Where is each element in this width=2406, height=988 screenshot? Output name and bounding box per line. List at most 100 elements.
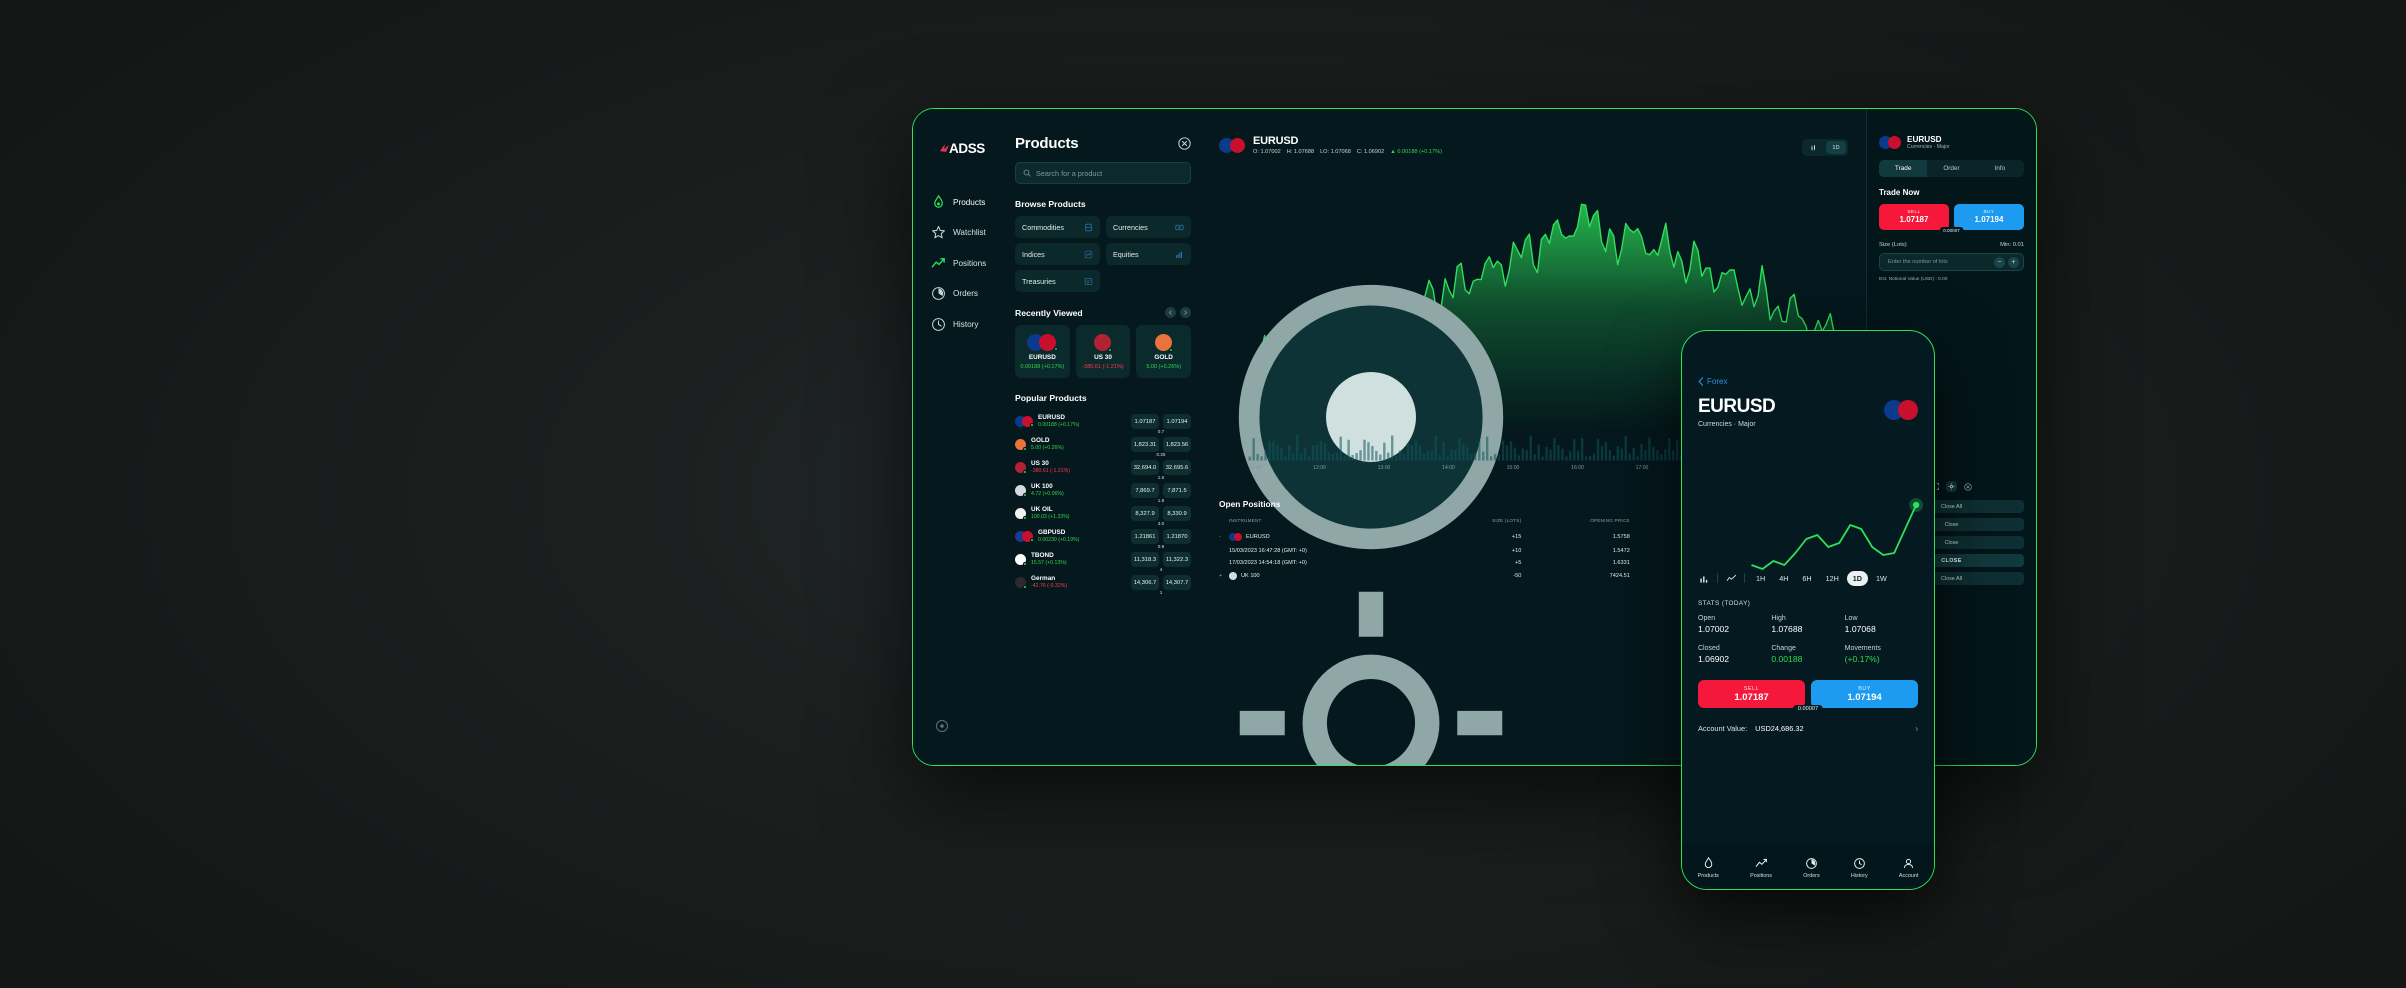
phone-nav-history[interactable]: History xyxy=(1851,857,1868,879)
product-bid[interactable]: 1.07187 xyxy=(1131,414,1159,429)
row-opening-price: 7424.51 xyxy=(1609,573,1630,580)
gear-icon[interactable] xyxy=(1946,481,1957,492)
chart-type-button[interactable] xyxy=(1804,141,1824,154)
product-change: 0.00188 (+0.17%) xyxy=(1038,422,1080,429)
popular-product-row[interactable]: GBPUSD 0.00230 (+0.19%) 1.21861 1.21870 … xyxy=(1015,525,1191,549)
sidebar-item-products[interactable]: Products xyxy=(929,191,1001,213)
phone-bottom-nav: Products Positions Orders History Accoun… xyxy=(1682,843,1934,889)
buy-price: 1.07194 xyxy=(1974,215,2004,224)
row-opening-price: 1.5758 xyxy=(1612,534,1630,541)
sidebar-item-history[interactable]: History xyxy=(929,313,1001,335)
tab-trade[interactable]: Trade xyxy=(1879,160,1928,177)
category-equities[interactable]: Equities xyxy=(1106,243,1191,265)
recent-card[interactable]: EURUSD 0.00188 (+0.17%) xyxy=(1015,325,1070,378)
recent-card[interactable]: GOLD 5.00 (+0.26%) xyxy=(1136,325,1191,378)
time-tick: 11:00 xyxy=(1249,465,1262,471)
row-expander[interactable]: - xyxy=(1219,530,1229,544)
sidebar-item-orders[interactable]: Orders xyxy=(929,283,1001,305)
lots-decrement-button[interactable]: − xyxy=(1994,256,2005,268)
stat-key: Open xyxy=(1698,615,1716,622)
stat-key: High xyxy=(1771,615,1786,622)
product-ask[interactable]: 1.21870 xyxy=(1163,529,1191,544)
product-ask[interactable]: 8,330.9 xyxy=(1163,506,1191,521)
product-bid[interactable]: 11,318.3 xyxy=(1131,552,1159,567)
close-icon[interactable] xyxy=(1178,137,1191,150)
account-value: USD24,686.32 xyxy=(1755,724,1804,733)
product-bid[interactable]: 8,327.9 xyxy=(1131,506,1159,521)
popular-products-list: EURUSD 0.00188 (+0.17%) 1.07187 1.07194 … xyxy=(1015,410,1191,595)
product-bid[interactable]: 32,694.0 xyxy=(1131,460,1159,475)
phone-stat: High 1.07688 xyxy=(1771,615,1844,634)
product-bid[interactable]: 1,823.31 xyxy=(1131,437,1159,452)
category-currencies[interactable]: Currencies xyxy=(1106,216,1191,238)
phone-nav-positions[interactable]: Positions xyxy=(1750,857,1772,879)
brand-name: ADSS xyxy=(949,141,985,156)
popular-product-row[interactable]: German -42.76 (-0.32%) 14,306.7 14,307.7… xyxy=(1015,571,1191,595)
ohlc-low: LO: 1.07068 xyxy=(1320,149,1351,155)
row-size: +15 xyxy=(1511,534,1522,541)
tab-info[interactable]: Info xyxy=(1976,160,2024,177)
back-button[interactable]: Forex xyxy=(1698,377,1918,386)
help-icon[interactable] xyxy=(935,719,949,733)
phone-buy-button[interactable]: BUY 1.07194 xyxy=(1811,680,1918,708)
phone-price-chart[interactable] xyxy=(1682,477,1934,595)
product-ask[interactable]: 11,322.3 xyxy=(1163,552,1191,567)
product-bid[interactable]: 1.21861 xyxy=(1131,529,1159,544)
phone-nav-products[interactable]: Products xyxy=(1698,857,1719,879)
phone-nav-account[interactable]: Account xyxy=(1899,857,1918,879)
category-commodities[interactable]: Commodities xyxy=(1015,216,1100,238)
barrel-icon xyxy=(1085,223,1092,231)
popular-product-row[interactable]: UK OIL 100.03 (+1.33%) 8,327.9 8,330.9 3… xyxy=(1015,502,1191,526)
popular-product-row[interactable]: US 30 -380.61 (-1.21%) 32,694.0 32,695.6… xyxy=(1015,456,1191,480)
product-bid[interactable]: 7,869.7 xyxy=(1131,483,1159,498)
product-symbol: GOLD xyxy=(1031,437,1050,445)
column-header: SIZE (LOTS) xyxy=(1492,518,1522,523)
recent-next-button[interactable] xyxy=(1180,307,1191,318)
phone-nav-label: Products xyxy=(1697,873,1719,879)
sidebar-item-watchlist[interactable]: Watchlist xyxy=(929,222,1001,244)
tab-order[interactable]: Order xyxy=(1927,160,1975,177)
chart-timeframe-button[interactable]: 1D xyxy=(1826,141,1846,154)
sidebar-item-label: Orders xyxy=(953,289,979,298)
lots-input[interactable]: Enter the number of lots − + xyxy=(1879,253,2024,271)
recent-card[interactable]: US 30 -380.61 (-1.21%) xyxy=(1075,325,1131,378)
product-ask[interactable]: 1.07194 xyxy=(1163,414,1191,429)
product-symbol: UK OIL xyxy=(1031,506,1053,514)
popular-product-row[interactable]: EURUSD 0.00188 (+0.17%) 1.07187 1.07194 … xyxy=(1015,410,1191,434)
close-icon[interactable] xyxy=(1962,481,1973,492)
phone-nav-label: Positions xyxy=(1750,873,1772,879)
category-indices[interactable]: Indices xyxy=(1015,243,1100,265)
row-expander[interactable]: + xyxy=(1219,569,1229,583)
phone-sell-button[interactable]: SELL 1.07187 xyxy=(1698,680,1805,708)
stat-value: (+0.17%) xyxy=(1844,654,1880,664)
popular-product-row[interactable]: GOLD 5.00 (+0.26%) 1,823.31 1,823.56 0.2… xyxy=(1015,433,1191,457)
lots-increment-button[interactable]: + xyxy=(2008,256,2019,268)
recent-prev-button[interactable] xyxy=(1165,307,1176,318)
phone-nav-orders[interactable]: Orders xyxy=(1803,857,1820,879)
sidebar-item-positions[interactable]: Positions xyxy=(929,252,1001,274)
product-ask[interactable]: 7,871.5 xyxy=(1163,483,1191,498)
column-header: OPENING PRICE xyxy=(1590,518,1630,523)
product-symbol: EURUSD xyxy=(1038,414,1065,422)
sidebar-item-label: Watchlist xyxy=(953,228,986,237)
mobile-app-overlay: Forex EURUSD Currencies · Major 1H 4H 6H… xyxy=(1681,330,1935,890)
stat-key: Low xyxy=(1844,615,1858,622)
category-treasuries[interactable]: Treasuries xyxy=(1015,270,1100,292)
search-input[interactable]: Search for a product xyxy=(1015,162,1191,184)
buy-button[interactable]: BUY 1.07194 xyxy=(1954,204,2024,230)
chevron-left-icon xyxy=(1169,310,1172,315)
candles-icon xyxy=(1811,144,1815,150)
popular-product-row[interactable]: TBOND 15.57 (+0.13%) 11,318.3 11,322.3 4 xyxy=(1015,548,1191,572)
product-ask[interactable]: 32,695.6 xyxy=(1163,460,1191,475)
product-ask[interactable]: 1,823.56 xyxy=(1163,437,1191,452)
sell-button[interactable]: SELL 1.07187 xyxy=(1879,204,1949,230)
phone-account-row[interactable]: Account Value: USD24,686.32 › xyxy=(1682,724,1934,733)
trade-panel-subtitle: Currencies · Major xyxy=(1907,144,1950,150)
product-change: -42.76 (-0.32%) xyxy=(1031,583,1068,590)
popular-product-row[interactable]: UK 100 4.72 (+0.06%) 7,869.7 7,871.5 1.8 xyxy=(1015,479,1191,503)
phone-stats-grid: Open 1.07002 High 1.07688 Low 1.07068 Cl… xyxy=(1682,607,1934,664)
product-bid[interactable]: 14,306.7 xyxy=(1131,575,1159,590)
product-ask[interactable]: 14,307.7 xyxy=(1163,575,1191,590)
recently-viewed-grid: EURUSD 0.00188 (+0.17%) US 30 -380.61 (-… xyxy=(1015,325,1191,378)
category-grid: Commodities Currencies Indices Equities … xyxy=(1015,216,1191,292)
